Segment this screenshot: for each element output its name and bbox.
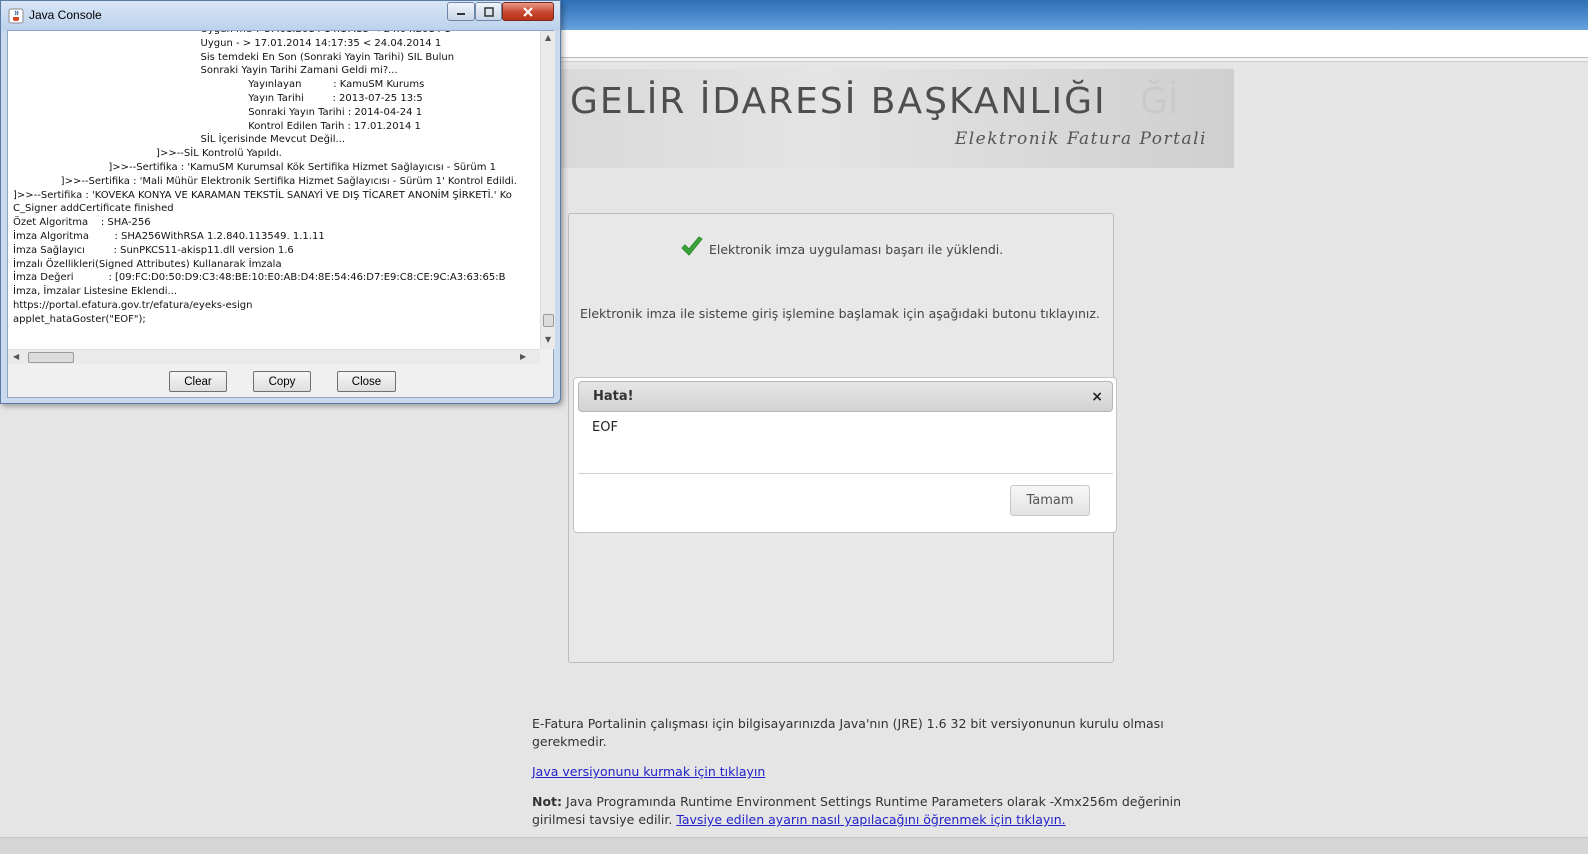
close-icon[interactable]: ×: [1091, 389, 1103, 405]
page-header-banner: GELİR İDARESİ BAŞKANLIĞI Ğİ Elektronik F…: [540, 69, 1234, 168]
checkmark-icon: [681, 236, 703, 256]
clear-button[interactable]: Clear: [169, 371, 227, 392]
dialog-message: EOF: [592, 420, 618, 435]
console-line: SİL İçerisinde Mevcut Değil...: [13, 134, 346, 146]
console-line: İmza Değeri : [09:FC:D0:50:D9:C3:48:BE:1…: [13, 272, 506, 284]
horizontal-scrollbar[interactable]: ◀ ▶: [8, 349, 540, 364]
console-line: C_Signer addCertificate finished: [13, 203, 174, 215]
console-line: Özet Algoritma : SHA-256: [13, 217, 151, 229]
dialog-divider: [578, 473, 1113, 474]
java-install-link[interactable]: Java versiyonunu kurmak için tıklayın: [532, 764, 765, 779]
console-line: Uygun mu ? 17.01.2014 14:17:35 < 24.04.2…: [13, 31, 517, 37]
console-line: Yayınlayan : KamuSM Kurums: [13, 79, 425, 91]
java-requirement-text: E-Fatura Portalinin çalışması için bilgi…: [532, 716, 1164, 749]
error-dialog: Hata! × EOF Tamam: [573, 377, 1117, 533]
note-label: Not:: [532, 794, 563, 809]
console-line: Sonraki Yayın Tarihi : 2014-04-24 1: [13, 106, 423, 118]
java-console-title: Java Console: [29, 8, 102, 22]
success-message: Elektronik imza uygulaması başarı ile yü…: [709, 242, 1004, 257]
console-output[interactable]: Uygun mu ? 17.01.2014 14:17:35 < 24.04.2…: [8, 31, 540, 349]
ok-button[interactable]: Tamam: [1010, 485, 1090, 516]
console-line: İmzalı Özellikleri(Signed Attributes) Ku…: [13, 258, 282, 270]
console-line: Sonraki Yayin Tarihi Zamani Geldi mi?...: [13, 65, 398, 77]
java-console-window[interactable]: Java Console Uygun mu ? 17.01.2014 14:17…: [0, 0, 561, 404]
scroll-down-icon[interactable]: ▼: [545, 335, 551, 344]
window-close-button[interactable]: [502, 2, 554, 21]
header-subtitle: Elektronik Fatura Portali: [954, 129, 1207, 149]
maximize-icon: [483, 6, 494, 17]
dialog-titlebar: Hata! ×: [578, 381, 1113, 412]
settings-help-link[interactable]: Tavsiye edilen ayarın nasıl yapılacağını…: [676, 812, 1065, 827]
minimize-button[interactable]: [447, 2, 475, 21]
instruction-message: Elektronik imza ile sisteme giriş işlemi…: [580, 306, 1100, 321]
console-text: Uygun mu ? 17.01.2014 14:17:35 < 24.04.2…: [13, 31, 517, 327]
java-cup-icon: [8, 8, 24, 24]
header-watermark: Ğİ: [1140, 81, 1179, 122]
browser-status-bar: [0, 837, 1588, 854]
header-title: GELİR İDARESİ BAŞKANLIĞI: [570, 81, 1107, 122]
scroll-left-icon[interactable]: ◀: [13, 352, 19, 361]
console-line: ]>>--Sertifika : 'Mali Mühür Elektronik …: [13, 175, 517, 187]
console-line: https://portal.efatura.gov.tr/efatura/ey…: [13, 299, 253, 311]
minimize-icon: [457, 12, 465, 15]
copy-button[interactable]: Copy: [253, 371, 311, 392]
java-console-body: Uygun mu ? 17.01.2014 14:17:35 < 24.04.2…: [7, 30, 555, 398]
java-note-paragraph: Not: Java Programında Runtime Environmen…: [532, 793, 1192, 829]
console-line: Kontrol Edilen Tarih : 17.01.2014 1: [13, 120, 421, 132]
success-row: Elektronik imza uygulaması başarı ile yü…: [679, 234, 1003, 260]
console-line: ]>>--SİL Kontrolü Yapıldı.: [13, 148, 282, 160]
console-line: ]>>--Sertifika : 'KOVEKA KONYA VE KARAMA…: [13, 189, 512, 201]
console-line: Uygun - > 17.01.2014 14:17:35 < 24.04.20…: [13, 37, 442, 49]
close-button[interactable]: Close: [337, 371, 396, 392]
scroll-up-icon[interactable]: ▲: [545, 33, 551, 42]
console-line: ]>>--Sertifika : 'KamuSM Kurumsal Kök Se…: [13, 161, 496, 173]
console-line: İmza, İmzalar Listesine Eklendi...: [13, 286, 178, 298]
console-line: Yayın Tarihi : 2013-07-25 13:5: [13, 92, 423, 104]
console-line: İmza Algoritma : SHA256WithRSA 1.2.840.1…: [13, 230, 325, 242]
console-line: İmza Sağlayıcı : SunPKCS11-akisp11.dll v…: [13, 244, 294, 256]
console-line: applet_hataGoster("EOF");: [13, 313, 146, 325]
close-x-icon: [523, 6, 533, 17]
maximize-button[interactable]: [475, 2, 502, 21]
java-info-section: E-Fatura Portalinin çalışması için bilgi…: [532, 715, 1192, 841]
console-line: Sis temdeki En Son (Sonraki Yayin Tarihi…: [13, 51, 455, 63]
vertical-scrollbar[interactable]: ▲ ▼: [540, 31, 555, 349]
java-console-titlebar[interactable]: Java Console: [1, 1, 560, 30]
dialog-title: Hata!: [593, 389, 634, 404]
scroll-right-icon[interactable]: ▶: [520, 352, 526, 361]
horizontal-scroll-thumb[interactable]: [28, 352, 74, 363]
vertical-scroll-thumb[interactable]: [543, 314, 554, 327]
